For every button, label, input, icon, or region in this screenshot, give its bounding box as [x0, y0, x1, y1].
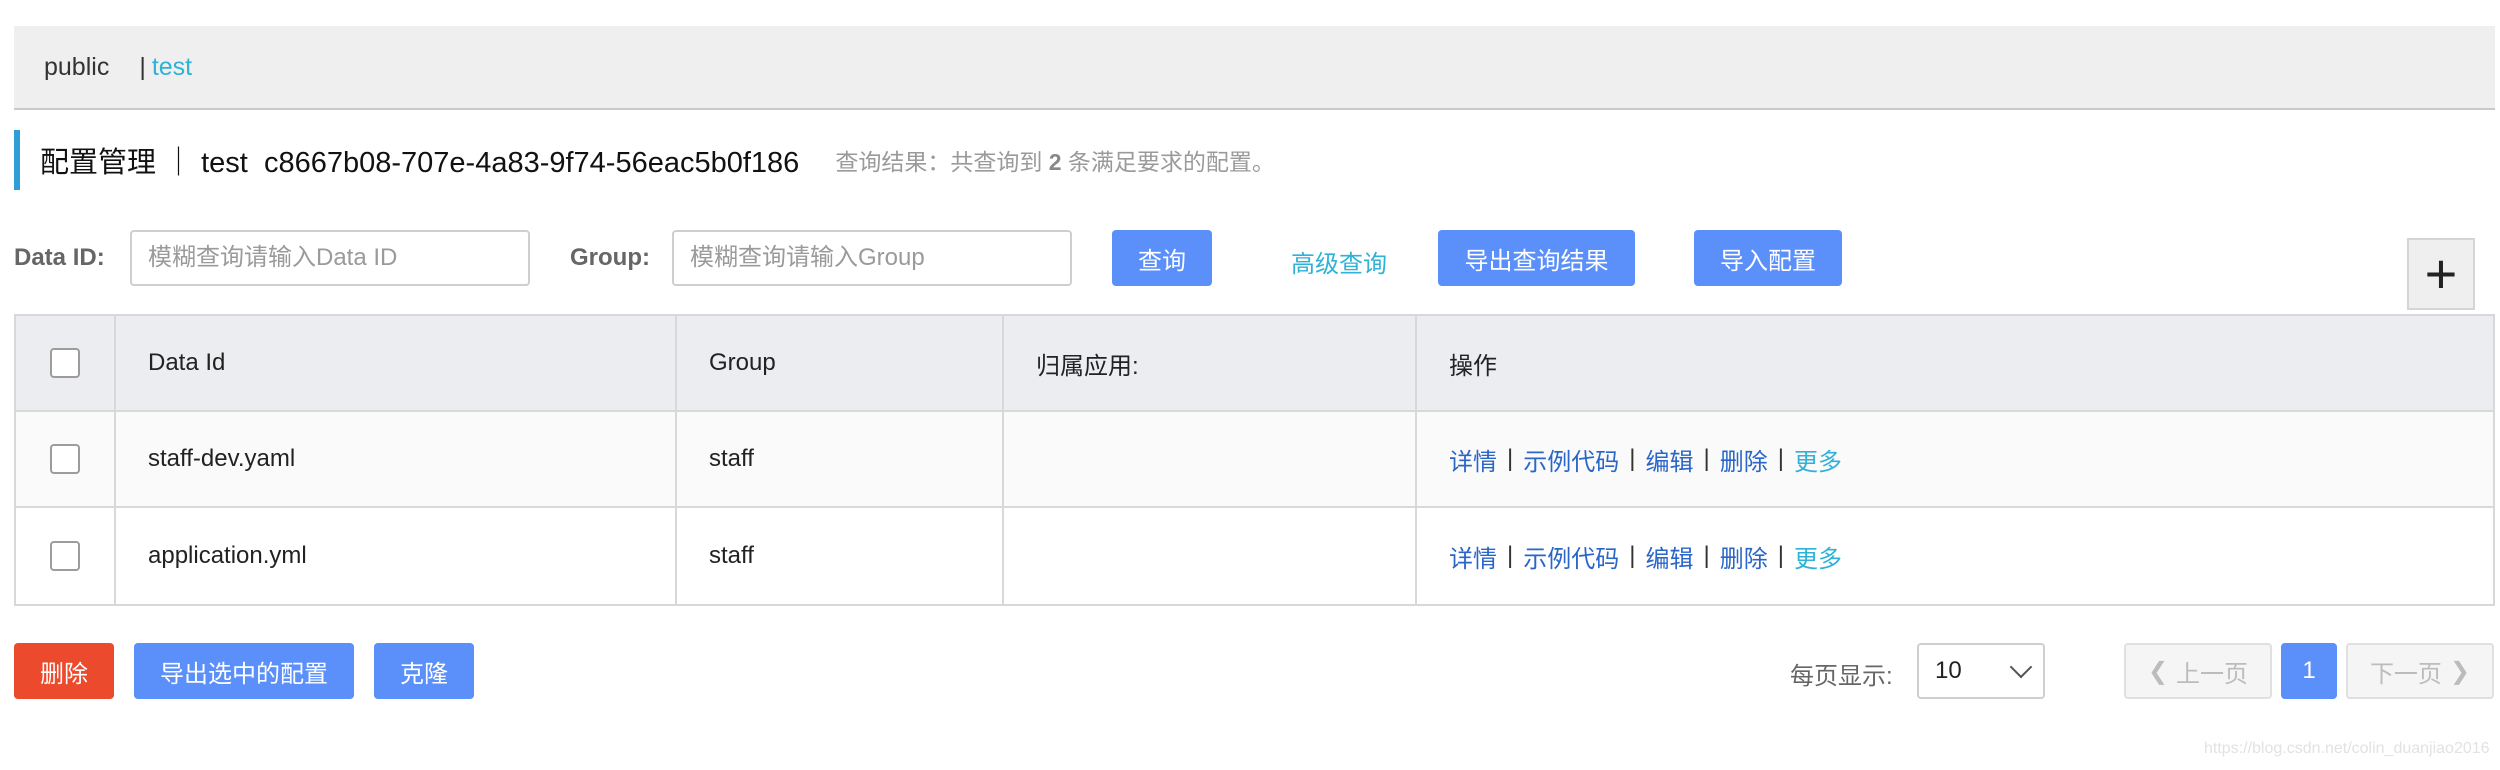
prev-page-button[interactable]: ❮ 上一页 — [2124, 643, 2272, 699]
chevron-right-icon: ❯ — [2449, 657, 2471, 685]
table-row: application.yml staff 详情 | 示例代码 | 编辑 | 删除 | 更多 — [16, 508, 2493, 604]
cell-actions: 详情 | 示例代码 | 编辑 | 删除 | 更多 — [1417, 508, 2493, 604]
chevron-down-icon — [2009, 655, 2033, 679]
namespace-bar: public | test — [14, 26, 2495, 110]
next-page-label: 下一页 — [2369, 660, 2442, 688]
delete-link[interactable]: 删除 — [1720, 442, 1768, 477]
edit-link[interactable]: 编辑 — [1645, 442, 1693, 477]
column-header-data-id: Data Id — [116, 316, 677, 410]
current-page-button[interactable]: 1 — [2281, 643, 2337, 699]
action-separator: | — [1703, 445, 1710, 472]
export-results-button[interactable]: 导出查询结果 — [1438, 230, 1635, 286]
select-all-checkbox[interactable] — [50, 348, 80, 378]
more-link[interactable]: 更多 — [1794, 539, 1842, 574]
namespace-test[interactable]: test — [152, 53, 192, 82]
delete-link[interactable]: 删除 — [1720, 539, 1768, 574]
sample-code-link[interactable]: 示例代码 — [1523, 539, 1619, 574]
page-size-label: 每页显示: — [1790, 663, 1893, 690]
prev-page-label: 上一页 — [2176, 660, 2249, 688]
page-size-select[interactable]: 10 — [1917, 643, 2045, 699]
table-row: staff-dev.yaml staff 详情 | 示例代码 | 编辑 | 删除 | 更多 — [16, 412, 2493, 508]
result-count: 2 — [1048, 149, 1062, 175]
export-selected-button[interactable]: 导出选中的配置 — [134, 643, 354, 699]
import-config-button[interactable]: 导入配置 — [1694, 230, 1842, 286]
action-separator: | — [1507, 542, 1514, 569]
action-separator: | — [1777, 445, 1784, 472]
action-separator: | — [1703, 542, 1710, 569]
data-id-label: Data ID: — [14, 244, 105, 271]
page-size-value: 10 — [1935, 657, 1962, 684]
result-prefix: 查询结果：共查询到 — [835, 149, 1049, 175]
cell-app — [1004, 508, 1417, 604]
column-header-actions: 操作 — [1449, 352, 1497, 380]
plus-icon: + — [2424, 242, 2458, 305]
cell-group: staff — [677, 412, 1004, 506]
action-separator: | — [1629, 445, 1636, 472]
page-title: 配置管理 ｜ test c8667b08-707e-4a83-9f74-56ea… — [40, 147, 800, 179]
more-link[interactable]: 更多 — [1794, 442, 1842, 477]
config-table: Data Id Group 归属应用: 操作 staff-dev.yaml st… — [14, 314, 2495, 606]
add-config-button[interactable]: + — [2407, 238, 2475, 310]
group-label: Group: — [570, 244, 650, 271]
query-result-summary: 查询结果：共查询到 2 条满足要求的配置。 — [835, 143, 1275, 177]
data-id-input[interactable] — [130, 230, 530, 286]
detail-link[interactable]: 详情 — [1449, 539, 1497, 574]
row-checkbox-cell — [16, 508, 116, 604]
namespace-separator: | — [139, 52, 146, 81]
group-input[interactable] — [672, 230, 1072, 286]
cell-data-id: staff-dev.yaml — [116, 412, 677, 506]
title-accent-bar — [14, 130, 20, 190]
row-checkbox-cell — [16, 412, 116, 506]
row-checkbox[interactable] — [50, 541, 80, 571]
chevron-left-icon: ❮ — [2147, 657, 2169, 685]
page-header: 配置管理 ｜ test c8667b08-707e-4a83-9f74-56ea… — [14, 130, 1275, 190]
cell-actions: 详情 | 示例代码 | 编辑 | 删除 | 更多 — [1417, 412, 2493, 506]
action-separator: | — [1629, 542, 1636, 569]
query-button[interactable]: 查询 — [1112, 230, 1212, 286]
column-header-app: 归属应用: — [1004, 316, 1417, 410]
batch-delete-button[interactable]: 删除 — [14, 643, 114, 699]
cell-app — [1004, 412, 1417, 506]
column-header-group: Group — [677, 316, 1004, 410]
detail-link[interactable]: 详情 — [1449, 442, 1497, 477]
edit-link[interactable]: 编辑 — [1645, 539, 1693, 574]
table-header-row: Data Id Group 归属应用: 操作 — [16, 316, 2493, 412]
watermark: https://blog.csdn.net/colin_duanjiao2016 — [2204, 740, 2490, 757]
advanced-query-link[interactable]: 高级查询 — [1291, 244, 1387, 279]
next-page-button[interactable]: 下一页 ❯ — [2346, 643, 2494, 699]
cell-group: staff — [677, 508, 1004, 604]
result-suffix: 条满足要求的配置。 — [1061, 149, 1275, 175]
action-separator: | — [1777, 542, 1784, 569]
action-separator: | — [1507, 445, 1514, 472]
namespace-public[interactable]: public — [44, 53, 109, 82]
sample-code-link[interactable]: 示例代码 — [1523, 442, 1619, 477]
row-checkbox[interactable] — [50, 444, 80, 474]
cell-data-id: application.yml — [116, 508, 677, 604]
clone-button[interactable]: 克隆 — [374, 643, 474, 699]
header-checkbox-cell — [16, 316, 116, 410]
